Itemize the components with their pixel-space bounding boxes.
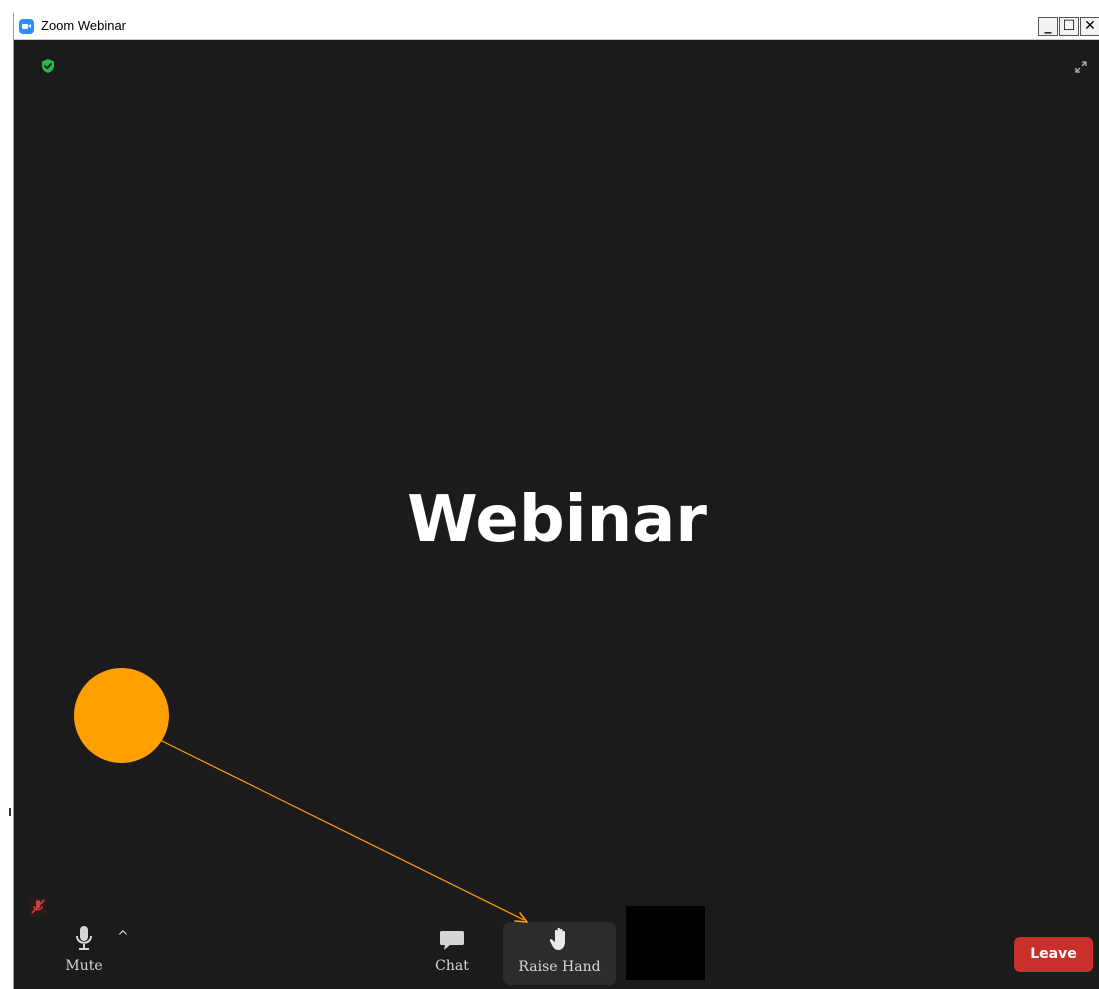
zoom-logo-icon	[19, 19, 34, 34]
mute-label: Mute	[65, 958, 103, 974]
annotation-circle	[74, 668, 169, 763]
microphone-icon	[76, 926, 92, 950]
window-edge-marker	[9, 808, 11, 816]
raise-hand-label: Raise Hand	[518, 959, 601, 975]
title-bar: Zoom Webinar _ ☐ ✕	[14, 13, 1099, 40]
chat-label: Chat	[435, 958, 469, 974]
minimize-button[interactable]: _	[1038, 17, 1058, 36]
chat-button[interactable]: Chat	[429, 928, 475, 974]
hand-icon	[549, 927, 565, 950]
shield-check-icon[interactable]	[40, 58, 56, 74]
maximize-button[interactable]: ☐	[1059, 17, 1079, 36]
mic-off-icon	[29, 898, 47, 916]
expand-icon[interactable]	[1073, 59, 1089, 75]
raise-hand-button[interactable]: Raise Hand	[503, 922, 616, 985]
redacted-area	[626, 906, 705, 980]
window-controls: _ ☐ ✕	[1038, 17, 1099, 36]
chat-bubble-icon	[440, 931, 464, 950]
close-button[interactable]: ✕	[1080, 17, 1099, 36]
audio-options-caret[interactable]: ^	[117, 929, 129, 945]
leave-button[interactable]: Leave	[1014, 937, 1093, 972]
mute-button[interactable]: Mute	[61, 924, 107, 974]
webinar-title: Webinar	[407, 483, 707, 557]
window-title: Zoom Webinar	[41, 18, 127, 33]
zoom-webinar-window: Zoom Webinar _ ☐ ✕ Webinar Mute ^ Chat R…	[13, 13, 1099, 989]
